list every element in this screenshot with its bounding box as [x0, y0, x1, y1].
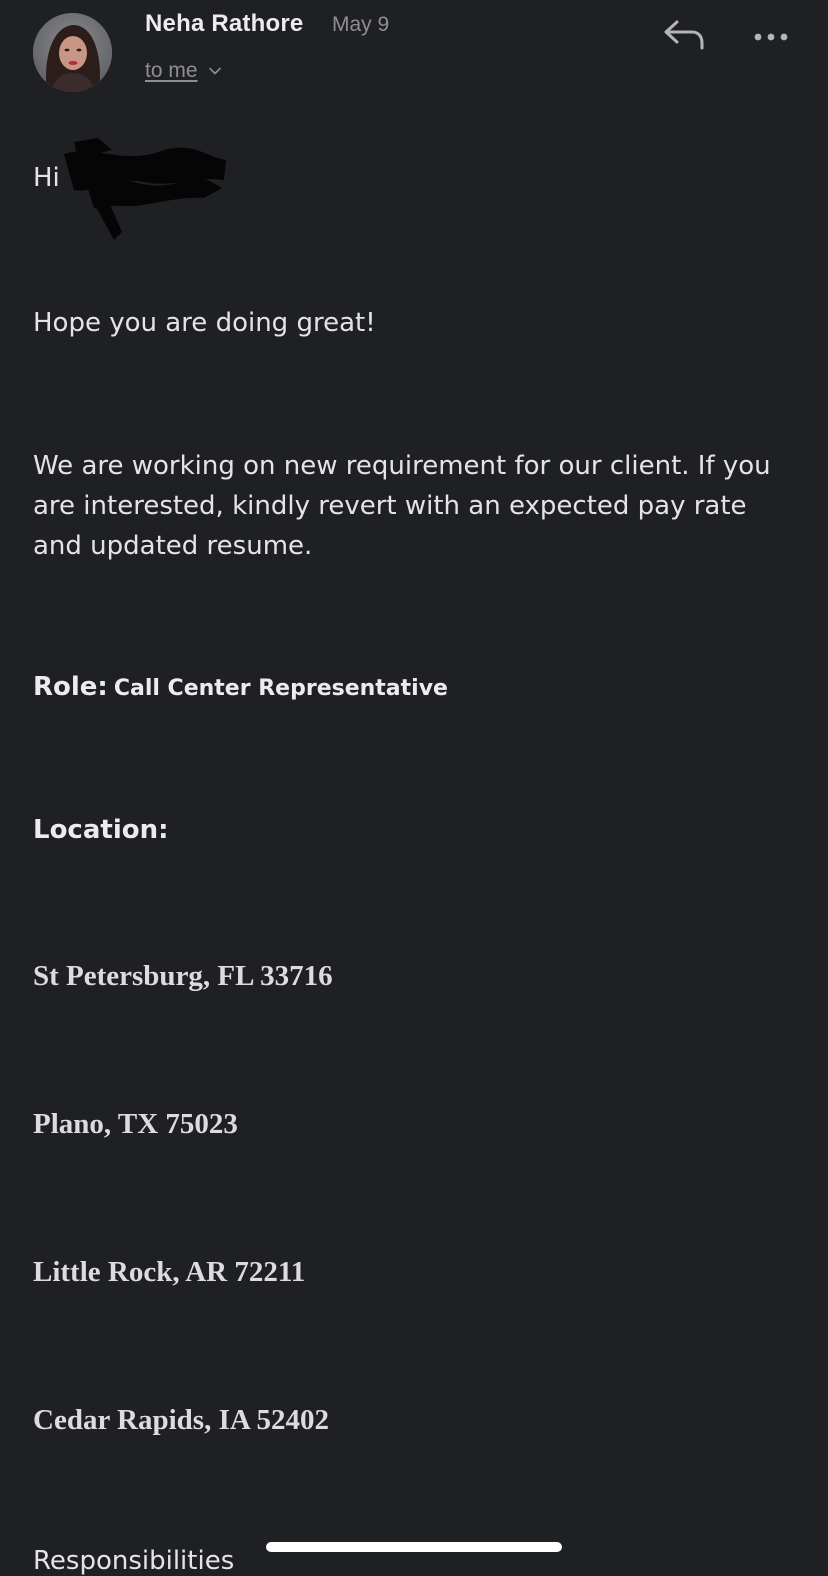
reply-button[interactable]	[660, 16, 708, 56]
role-line: Role: Call Center Representative	[33, 672, 448, 702]
home-indicator[interactable]	[266, 1542, 562, 1552]
responsibilities-label: Responsibilities	[33, 1546, 235, 1576]
chevron-down-icon	[208, 67, 221, 75]
message-date: May 9	[332, 13, 390, 36]
opening-line: Hope you are doing great!	[33, 308, 376, 338]
sender-avatar[interactable]	[33, 13, 112, 92]
role-value: Call Center Representative	[113, 676, 448, 701]
recipient-details-toggle[interactable]: to me	[145, 59, 222, 83]
intro-paragraph: We are working on new requirement for ou…	[33, 451, 771, 561]
location-item: Little Rock, AR 72211	[33, 1256, 306, 1288]
more-horizontal-icon	[754, 33, 788, 41]
recipient-label: to me	[145, 59, 198, 82]
location-item: Plano, TX 75023	[33, 1108, 238, 1140]
role-label: Role:	[33, 672, 108, 702]
location-item: St Petersburg, FL 33716	[33, 960, 333, 992]
redaction-scribble	[64, 138, 226, 240]
more-options-button[interactable]	[748, 20, 794, 54]
location-item: Cedar Rapids, IA 52402	[33, 1404, 329, 1436]
sender-name[interactable]: Neha Rathore	[145, 10, 303, 38]
location-label: Location:	[33, 815, 169, 845]
avatar-photo	[33, 13, 112, 92]
reply-icon	[664, 20, 704, 50]
